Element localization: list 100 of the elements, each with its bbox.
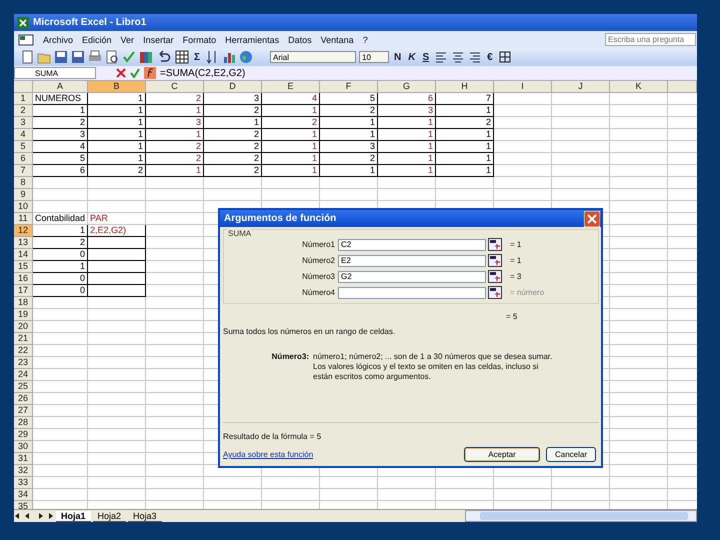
menu-item[interactable]: Edición: [82, 34, 112, 44]
row-header[interactable]: 21: [14, 333, 33, 345]
help-search-field[interactable]: Escriba una pregunta: [605, 33, 696, 46]
row-header[interactable]: 33: [14, 477, 33, 489]
save-icon[interactable]: [54, 50, 68, 64]
menu-item[interactable]: Herramientas: [225, 34, 280, 44]
row-header[interactable]: 20: [14, 321, 33, 333]
spellcheck-icon[interactable]: [122, 50, 136, 64]
sheet-tab[interactable]: Hoja2: [92, 510, 126, 522]
format-button[interactable]: K: [406, 52, 418, 62]
row-header[interactable]: 26: [14, 393, 33, 405]
row-header[interactable]: 12: [14, 225, 33, 237]
new-document-icon[interactable]: [20, 50, 34, 64]
row-header[interactable]: 3: [14, 117, 33, 129]
format-button[interactable]: N: [392, 52, 404, 62]
chart-icon[interactable]: [222, 50, 236, 64]
font-field[interactable]: Arial: [270, 51, 356, 63]
name-box[interactable]: SUMA: [14, 67, 96, 79]
row-header[interactable]: 35: [14, 501, 33, 509]
menu-item[interactable]: ?: [362, 34, 368, 44]
check-icon[interactable]: [130, 68, 140, 78]
row-header[interactable]: 6: [14, 153, 33, 165]
argument-field[interactable]: G2: [338, 270, 486, 282]
format-button[interactable]: S: [420, 52, 432, 62]
menu-item[interactable]: Ver: [120, 34, 134, 44]
row-header[interactable]: 5: [14, 141, 33, 153]
row-header[interactable]: 7: [14, 165, 33, 177]
sheet-tab[interactable]: Hoja1: [56, 510, 91, 522]
column-header[interactable]: E: [262, 81, 320, 93]
row-header[interactable]: 1: [14, 93, 33, 105]
document-icon[interactable]: [18, 34, 34, 46]
row-header[interactable]: 30: [14, 441, 33, 453]
argument-field[interactable]: C2: [338, 238, 486, 250]
align-left-icon[interactable]: [434, 50, 448, 64]
row-header[interactable]: 9: [14, 189, 33, 201]
collapse-icon[interactable]: [488, 254, 502, 267]
row-header[interactable]: 24: [14, 369, 33, 381]
sheet-tab[interactable]: Hoja3: [128, 510, 162, 522]
cancel-icon[interactable]: [116, 68, 126, 78]
column-header[interactable]: F: [320, 81, 378, 93]
column-header[interactable]: B: [88, 81, 146, 93]
preview-icon[interactable]: [105, 50, 119, 64]
column-header[interactable]: K: [610, 81, 668, 93]
font-size-field[interactable]: 10: [359, 51, 390, 63]
row-header[interactable]: 27: [14, 405, 33, 417]
horizontal-scrollbar[interactable]: [465, 510, 697, 522]
menu-item[interactable]: Archivo: [43, 34, 74, 44]
collapse-icon[interactable]: [488, 238, 502, 251]
row-header[interactable]: 13: [14, 237, 33, 249]
row-header[interactable]: 16: [14, 273, 33, 285]
menu-item[interactable]: Datos: [288, 34, 312, 44]
ok-button[interactable]: Aceptar: [464, 447, 540, 462]
insert-function-icon[interactable]: [144, 67, 156, 79]
row-header[interactable]: 15: [14, 261, 33, 273]
currency-button[interactable]: €: [485, 52, 495, 62]
row-header[interactable]: 11: [14, 213, 33, 225]
menu-item[interactable]: Ventana: [320, 34, 354, 44]
row-header[interactable]: 31: [14, 453, 33, 465]
autosum-button[interactable]: Σ: [192, 52, 202, 62]
column-header[interactable]: D: [204, 81, 262, 93]
argument-field[interactable]: E2: [338, 254, 486, 266]
row-header[interactable]: 22: [14, 345, 33, 357]
cancel-button[interactable]: Cancelar: [546, 447, 596, 462]
collapse-icon[interactable]: [488, 270, 502, 283]
grid-icon[interactable]: [175, 50, 189, 64]
column-header[interactable]: G: [378, 81, 436, 93]
print-icon[interactable]: [88, 50, 102, 64]
row-header[interactable]: 25: [14, 381, 33, 393]
row-header[interactable]: 28: [14, 417, 33, 429]
argument-field[interactable]: [338, 286, 486, 298]
row-header[interactable]: 29: [14, 429, 33, 441]
help-link[interactable]: Ayuda sobre esta función: [223, 450, 314, 459]
row-header[interactable]: 23: [14, 357, 33, 369]
row-header[interactable]: 32: [14, 465, 33, 477]
align-right-icon[interactable]: [468, 50, 482, 64]
row-header[interactable]: 17: [14, 285, 33, 297]
collapse-icon[interactable]: [488, 286, 502, 299]
menu-item[interactable]: Formato: [182, 34, 216, 44]
row-header[interactable]: 8: [14, 177, 33, 189]
border-icon[interactable]: [498, 50, 512, 64]
row-header[interactable]: 2: [14, 105, 33, 117]
row-header[interactable]: 19: [14, 309, 33, 321]
row-header[interactable]: 10: [14, 201, 33, 213]
formula-field[interactable]: =SUMA(C2,E2,G2): [160, 68, 246, 78]
row-header[interactable]: 14: [14, 249, 33, 261]
books-icon[interactable]: [139, 50, 153, 64]
close-icon[interactable]: [584, 210, 600, 226]
row-header[interactable]: 34: [14, 489, 33, 501]
column-header[interactable]: H: [436, 81, 494, 93]
row-header[interactable]: 4: [14, 129, 33, 141]
menu-item[interactable]: Insertar: [143, 34, 174, 44]
column-header[interactable]: C: [146, 81, 204, 93]
sheet-navigation-icon[interactable]: [14, 511, 54, 521]
save-icon[interactable]: [71, 50, 85, 64]
column-header[interactable]: I: [494, 81, 552, 93]
globe-icon[interactable]: [239, 50, 254, 64]
column-header[interactable]: A: [33, 81, 88, 93]
row-header[interactable]: 18: [14, 297, 33, 309]
align-center-icon[interactable]: [451, 50, 466, 64]
column-header[interactable]: J: [552, 81, 610, 93]
